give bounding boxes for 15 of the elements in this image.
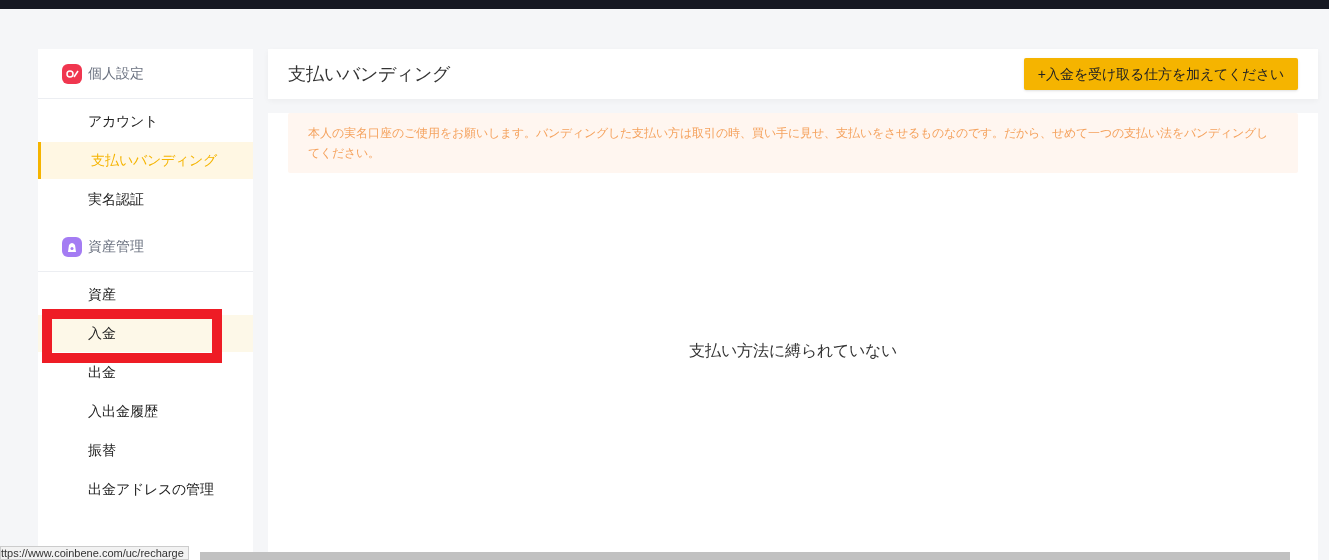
add-button[interactable]: +入金を受け取る仕方を加えてください bbox=[1023, 58, 1298, 90]
sidebar-item[interactable]: 出金アドレスの管理 bbox=[38, 471, 253, 508]
sidebar-item[interactable]: 出金 bbox=[38, 354, 253, 391]
status-url: ttps://www.coinbene.com/uc/recharge bbox=[0, 546, 189, 560]
sidebar-item[interactable]: 実名認証 bbox=[38, 181, 253, 218]
sidebar-item[interactable]: 入出金履歴 bbox=[38, 393, 253, 430]
sidebar-item[interactable]: 資産 bbox=[38, 276, 253, 313]
group-title: 資産管理 bbox=[88, 237, 144, 256]
group-title: 個人設定 bbox=[88, 64, 144, 83]
empty-message: 支払い方法に縛られていない bbox=[689, 341, 897, 361]
notice-text: 本人の実名口座のご使用をお願いします。バンディングした支払い方は取引の時、買い手に見せ、支払いをさせるものなのです。だから、せめて一つの支払い法をバンディングしてください。 bbox=[288, 113, 1298, 173]
page-title: 支払いバンディング bbox=[288, 62, 450, 86]
sidebar-item[interactable]: 振替 bbox=[38, 432, 253, 469]
sidebar-item[interactable]: アカウント bbox=[38, 103, 253, 140]
bag-icon bbox=[62, 236, 82, 257]
